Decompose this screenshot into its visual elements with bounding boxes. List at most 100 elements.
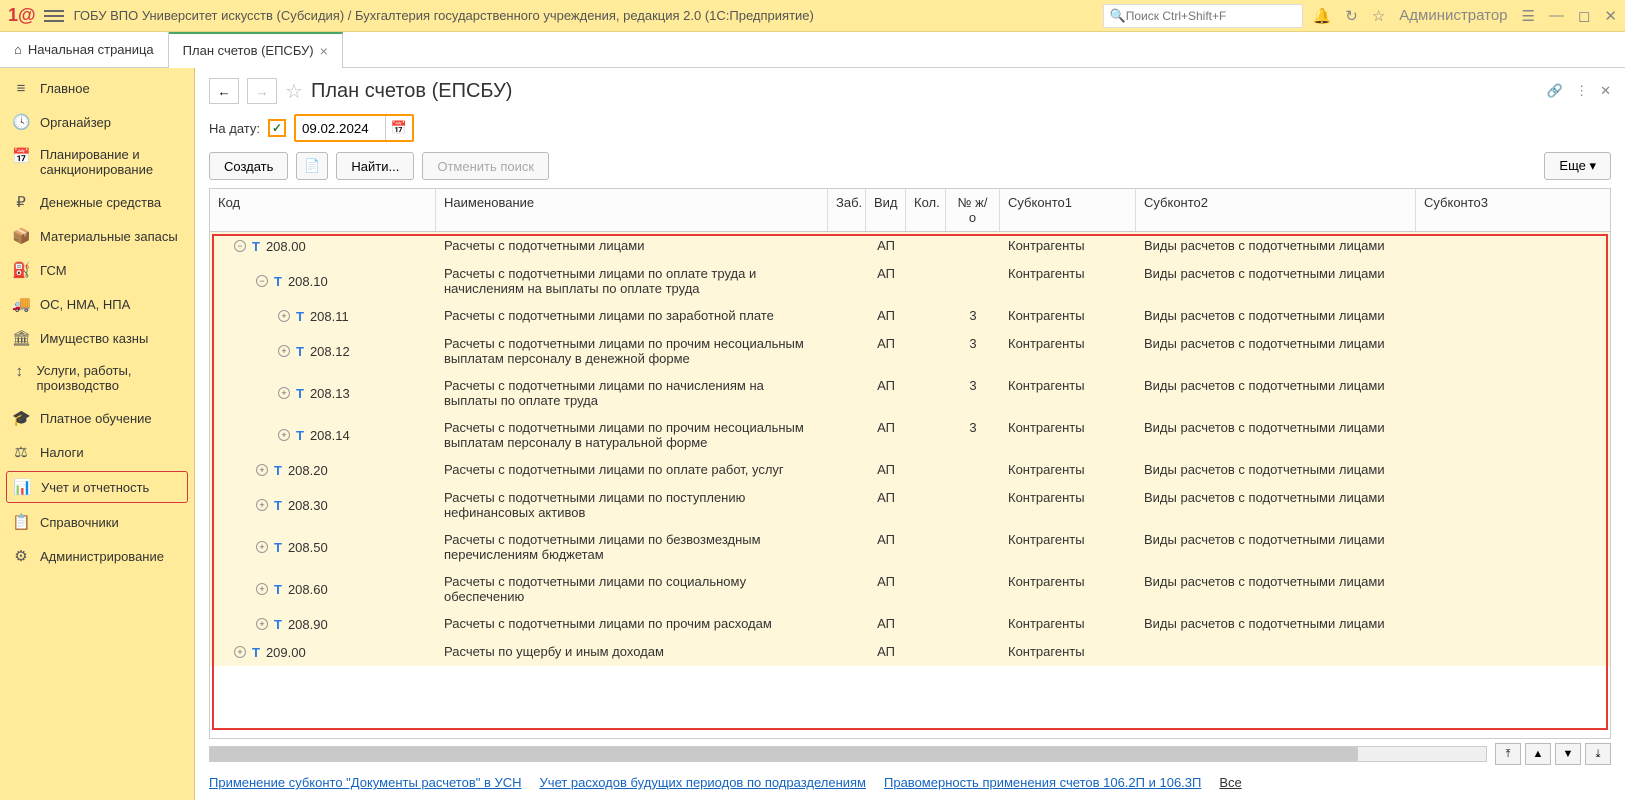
scroll-top-button[interactable]: ⤒ — [1495, 743, 1521, 765]
zab-value — [828, 526, 866, 568]
tree-toggle-icon[interactable]: + — [278, 387, 290, 399]
bell-icon[interactable]: 🔔 — [1313, 7, 1332, 25]
name-value: Расчеты по ущербу и иным доходам — [436, 638, 828, 666]
nav-label: Налоги — [40, 445, 84, 460]
col-code[interactable]: Код — [210, 189, 436, 231]
sidebar-item-8[interactable]: ↕Услуги, работы, производство — [0, 355, 194, 401]
nav-label: Материальные запасы — [40, 229, 178, 244]
col-zab[interactable]: Заб. — [828, 189, 866, 231]
sidebar-item-12[interactable]: 📋Справочники — [0, 505, 194, 539]
tree-toggle-icon[interactable]: + — [256, 618, 268, 630]
favorite-icon[interactable]: ☆ — [285, 79, 303, 104]
sidebar-item-13[interactable]: ⚙Администрирование — [0, 539, 194, 573]
type-icon: Т — [274, 582, 282, 597]
maximize-icon[interactable]: ◻ — [1578, 7, 1590, 25]
find-button[interactable]: Найти... — [336, 152, 414, 180]
sidebar-item-2[interactable]: 📅Планирование и санкционирование — [0, 139, 194, 185]
table-row[interactable]: + Т 208.11 Расчеты с подотчетными лицами… — [210, 302, 1610, 330]
app-title: ГОБУ ВПО Университет искусств (Субсидия)… — [74, 8, 1093, 23]
footer-all[interactable]: Все — [1219, 775, 1241, 790]
tree-toggle-icon[interactable]: − — [234, 240, 246, 252]
date-checkbox[interactable]: ✓ — [268, 119, 286, 137]
sub2-value: Виды расчетов с подотчетными лицами — [1136, 456, 1416, 484]
nav-label: Денежные средства — [40, 195, 161, 210]
code-value: 208.11 — [310, 309, 349, 324]
tree-toggle-icon[interactable]: + — [234, 646, 246, 658]
history-icon[interactable]: ↻ — [1345, 7, 1358, 25]
table-row[interactable]: + Т 208.90 Расчеты с подотчетными лицами… — [210, 610, 1610, 638]
col-sub3[interactable]: Субконто3 — [1416, 189, 1610, 231]
col-sub1[interactable]: Субконто1 — [1000, 189, 1136, 231]
table-row[interactable]: + Т 208.12 Расчеты с подотчетными лицами… — [210, 330, 1610, 372]
tree-toggle-icon[interactable]: + — [278, 310, 290, 322]
type-icon: Т — [274, 617, 282, 632]
table-row[interactable]: − Т 208.10 Расчеты с подотчетными лицами… — [210, 260, 1610, 302]
tree-toggle-icon[interactable]: + — [256, 464, 268, 476]
forward-button[interactable]: → — [247, 78, 277, 104]
sidebar-item-7[interactable]: 🏛Имущество казны — [0, 321, 194, 355]
table-row[interactable]: + Т 208.13 Расчеты с подотчетными лицами… — [210, 372, 1610, 414]
tree-toggle-icon[interactable]: + — [278, 345, 290, 357]
star-icon[interactable]: ☆ — [1372, 7, 1385, 25]
table-row[interactable]: + Т 208.60 Расчеты с подотчетными лицами… — [210, 568, 1610, 610]
settings-icon[interactable]: ☰ — [1522, 7, 1535, 25]
sub3-value — [1416, 638, 1610, 666]
back-button[interactable]: ← — [209, 78, 239, 104]
sidebar-item-5[interactable]: ⛽ГСМ — [0, 253, 194, 287]
search-input[interactable] — [1126, 9, 1296, 23]
tree-toggle-icon[interactable]: − — [256, 275, 268, 287]
sidebar-item-10[interactable]: ⚖Налоги — [0, 435, 194, 469]
minimize-icon[interactable]: — — [1549, 7, 1564, 24]
tree-toggle-icon[interactable]: + — [256, 583, 268, 595]
table-row[interactable]: + Т 208.50 Расчеты с подотчетными лицами… — [210, 526, 1610, 568]
calendar-icon[interactable]: 📅 — [386, 116, 412, 140]
col-sub2[interactable]: Субконто2 — [1136, 189, 1416, 231]
zab-value — [828, 638, 866, 666]
cancel-search-button[interactable]: Отменить поиск — [422, 152, 549, 180]
scroll-up-button[interactable]: ▲ — [1525, 743, 1551, 765]
scroll-down-button[interactable]: ▼ — [1555, 743, 1581, 765]
sidebar-item-6[interactable]: 🚚ОС, НМА, НПА — [0, 287, 194, 321]
more-button[interactable]: Еще ▾ — [1544, 152, 1611, 180]
table-row[interactable]: + Т 208.14 Расчеты с подотчетными лицами… — [210, 414, 1610, 456]
form-close-icon[interactable]: ✕ — [1600, 83, 1611, 99]
scroll-bottom-button[interactable]: ⤓ — [1585, 743, 1611, 765]
more-icon[interactable]: ⋮ — [1575, 83, 1588, 99]
footer-link-2[interactable]: Учет расходов будущих периодов по подраз… — [540, 775, 866, 790]
table-row[interactable]: − Т 208.00 Расчеты с подотчетными лицами… — [210, 232, 1610, 260]
col-vid[interactable]: Вид — [866, 189, 906, 231]
tab-home[interactable]: ⌂ Начальная страница — [0, 32, 169, 67]
tree-toggle-icon[interactable]: + — [278, 429, 290, 441]
sidebar-item-1[interactable]: 🕓Органайзер — [0, 105, 194, 139]
create-button[interactable]: Создать — [209, 152, 288, 180]
code-value: 208.00 — [266, 239, 306, 254]
tab-close-icon[interactable]: × — [320, 43, 328, 59]
tab-plan[interactable]: План счетов (ЕПСБУ) × — [169, 32, 343, 67]
jo-value — [946, 456, 1000, 484]
col-kol[interactable]: Кол. — [906, 189, 946, 231]
footer-link-3[interactable]: Правомерность применения счетов 106.2П и… — [884, 775, 1201, 790]
main-menu-icon[interactable] — [44, 6, 64, 26]
tree-toggle-icon[interactable]: + — [256, 541, 268, 553]
nav-label: Учет и отчетность — [41, 480, 149, 495]
table-row[interactable]: + Т 209.00 Расчеты по ущербу и иным дохо… — [210, 638, 1610, 666]
h-scrollbar[interactable] — [209, 746, 1487, 762]
copy-button[interactable]: 📄 — [296, 152, 328, 180]
footer-link-1[interactable]: Применение субконто "Документы расчетов"… — [209, 775, 522, 790]
sidebar-item-3[interactable]: ₽Денежные средства — [0, 185, 194, 219]
user-name[interactable]: Администратор — [1399, 7, 1507, 24]
sidebar-item-9[interactable]: 🎓Платное обучение — [0, 401, 194, 435]
close-icon[interactable]: ✕ — [1604, 7, 1617, 25]
date-input[interactable] — [296, 116, 386, 140]
global-search[interactable]: 🔍 — [1103, 4, 1303, 28]
sidebar-item-4[interactable]: 📦Материальные запасы — [0, 219, 194, 253]
col-jo[interactable]: № ж/о — [946, 189, 1000, 231]
table-row[interactable]: + Т 208.20 Расчеты с подотчетными лицами… — [210, 456, 1610, 484]
col-name[interactable]: Наименование — [436, 189, 828, 231]
grid-body[interactable]: − Т 208.00 Расчеты с подотчетными лицами… — [210, 232, 1610, 738]
sidebar-item-11[interactable]: 📊Учет и отчетность — [6, 471, 188, 503]
tree-toggle-icon[interactable]: + — [256, 499, 268, 511]
link-icon[interactable]: 🔗 — [1547, 83, 1563, 99]
table-row[interactable]: + Т 208.30 Расчеты с подотчетными лицами… — [210, 484, 1610, 526]
sidebar-item-0[interactable]: ≡Главное — [0, 72, 194, 105]
